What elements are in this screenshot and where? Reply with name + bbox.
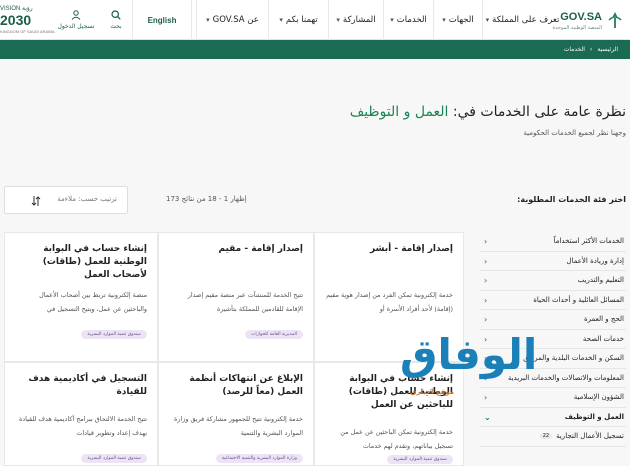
- category-item[interactable]: الخدمات الأكثر استخداماً ‹: [480, 232, 626, 252]
- nav-label: عن GOV.SA: [212, 15, 259, 25]
- breadcrumb: الرئيسية › الخدمات: [0, 40, 630, 59]
- breadcrumb-separator-icon: ›: [589, 46, 593, 53]
- page-title: نظرة عامة على الخدمات في: العمل و التوظي…: [350, 104, 626, 120]
- category-item[interactable]: الحج و العمرة ‹: [480, 310, 626, 330]
- service-card-desc: خدمة إلكترونية تمكن الفرد من إصدار هوية …: [326, 291, 453, 313]
- gov-sa-logo[interactable]: GOV.SA المنصة الوطنية الموحدة: [553, 4, 624, 36]
- service-card-title: إنشاء حساب في البوابة الوطنية للعمل (طاق…: [42, 244, 147, 280]
- login-label: تسجيل الدخول: [57, 23, 95, 30]
- vision-2030-logo: VISION رؤية 2030 KINGDOM OF SAUDI ARABIA: [0, 5, 55, 35]
- search-icon: [111, 10, 121, 20]
- category-item[interactable]: المسائل العائلية و أحداث الحياة ‹: [480, 291, 626, 310]
- nav-label: تعرف على المملكة: [492, 15, 560, 25]
- agency-tag[interactable]: صندوق تنمية الموارد البشرية: [81, 330, 147, 339]
- nav-participation[interactable]: المشاركة ▾: [328, 0, 383, 40]
- service-card-title: إصدار إقامة - أبشر: [370, 244, 453, 254]
- chevron-left-icon: ‹: [484, 295, 488, 305]
- sort-label: ترتيب حسب: ملاءمة: [57, 195, 117, 203]
- service-card-desc: تتيح الخدمة الالتحاق ببرامج أكاديمية هدف…: [18, 415, 147, 437]
- nav-label: الخدمات: [396, 15, 427, 25]
- page-title-prefix: نظرة عامة على الخدمات في:: [452, 104, 626, 120]
- sort-dropdown[interactable]: ترتيب حسب: ملاءمة: [4, 186, 128, 214]
- category-label: التعليم والتدريب: [577, 276, 624, 285]
- category-label: الشؤون الإسلامية: [573, 393, 624, 402]
- user-icon: [71, 10, 81, 20]
- sort-icon: [31, 196, 41, 206]
- chevron-left-icon: ‹: [484, 256, 488, 266]
- search-button[interactable]: بحث: [100, 0, 132, 40]
- subcategory-item[interactable]: تسجيل الأعمال التجارية 22: [480, 427, 626, 447]
- category-item[interactable]: الشؤون الإسلامية ‹: [480, 388, 626, 408]
- service-card-title: إصدار إقامة - مقيم: [218, 244, 303, 254]
- chevron-down-icon: ▾: [279, 16, 283, 24]
- agency-tag[interactable]: المديرية العامة للجوازات: [245, 330, 303, 339]
- chevron-left-icon: ‹: [484, 315, 488, 324]
- site-header: GOV.SA المنصة الوطنية الموحدة تعرف على ا…: [0, 0, 630, 40]
- category-count: 22: [539, 433, 553, 440]
- agency-tag[interactable]: صندوق تنمية الموارد البشرية: [387, 455, 453, 464]
- service-card-desc: تتيح الخدمة للمنشآت عبر منصة مقيم إصدار …: [187, 291, 303, 313]
- chevron-down-icon: ▾: [336, 16, 340, 24]
- vision-label: VISION رؤية: [0, 6, 33, 12]
- agency-tag[interactable]: وزارة الموارد البشرية والتنمية الاجتماعي…: [215, 454, 303, 463]
- chevron-left-icon: ‹: [484, 237, 488, 246]
- nav-about-kingdom[interactable]: تعرف على المملكة ▾: [482, 0, 562, 40]
- chevron-down-icon: ▾: [442, 16, 446, 24]
- service-card-desc: منصة إلكترونية تربط بين أصحاب الأعمال وا…: [39, 291, 147, 313]
- chevron-left-icon: ‹: [484, 393, 488, 402]
- service-card[interactable]: إصدار إقامة - مقيم تتيح الخدمة للمنشآت ع…: [158, 232, 314, 362]
- service-card-desc: خدمة إلكترونية تمكن الباحثين عن عمل من ت…: [340, 428, 453, 450]
- service-card[interactable]: إنشاء حساب في البوابة الوطنية للعمل (طاق…: [4, 232, 158, 362]
- login-button[interactable]: تسجيل الدخول: [52, 0, 100, 40]
- logo-text: GOV.SA: [560, 11, 602, 23]
- page-subtitle: وجهنا نظر لجميع الخدمات الحكومية: [523, 129, 626, 137]
- category-item[interactable]: إدارة وريادة الأعمال ‹: [480, 252, 626, 271]
- service-card[interactable]: التسجيل في أكاديمية هدف للقيادة تتيح الخ…: [4, 362, 158, 466]
- vision-year: 2030: [0, 12, 32, 28]
- watermark-logo-text: الوفاق: [400, 330, 538, 379]
- chevron-down-icon: ▾: [206, 16, 210, 24]
- service-card-desc: خدمة إلكترونية تتيح للجمهور مشاركة فريق …: [174, 415, 303, 437]
- agency-tag[interactable]: صندوق تنمية الموارد البشرية: [81, 454, 147, 463]
- chevron-left-icon: ‹: [484, 276, 488, 285]
- category-label: تسجيل الأعمال التجارية: [556, 432, 624, 441]
- nav-label: تهمنا بكم: [285, 15, 318, 25]
- category-label: المسائل العائلية و أحداث الحياة: [533, 295, 624, 304]
- service-card[interactable]: الإبلاغ عن انتهاكات أنظمة العمل (معاً لل…: [158, 362, 314, 466]
- category-label: الخدمات الأكثر استخداماً: [553, 237, 624, 246]
- breadcrumb-services[interactable]: الخدمات: [564, 46, 585, 53]
- category-item[interactable]: التعليم والتدريب ‹: [480, 271, 626, 291]
- nav-we-care[interactable]: تهمنا بكم ▾: [268, 0, 328, 40]
- search-label: بحث: [110, 23, 122, 30]
- chevron-down-icon: ⌄: [484, 412, 491, 422]
- filter-title: اختر فئة الخدمات المطلوبة:: [517, 195, 626, 204]
- nav-entities[interactable]: الجهات ▾: [433, 0, 482, 40]
- nav-label: الجهات: [448, 15, 474, 25]
- nav-label: المشاركة: [342, 15, 376, 25]
- service-card-title: الإبلاغ عن انتهاكات أنظمة العمل (معاً لل…: [189, 374, 303, 397]
- service-card-title: التسجيل في أكاديمية هدف للقيادة: [28, 374, 147, 397]
- chevron-down-icon: ▾: [390, 16, 394, 24]
- category-label: السكن و الخدمات البلدية والمرافق: [523, 354, 624, 363]
- category-item-active[interactable]: العمل و التوظيف ⌄: [480, 408, 626, 427]
- palm-logo-icon: [608, 12, 622, 28]
- category-label: الحج و العمرة: [584, 315, 624, 324]
- chevron-down-icon: ▾: [485, 16, 490, 24]
- page-title-accent: العمل و التوظيف: [349, 104, 449, 120]
- category-label: العمل و التوظيف: [564, 412, 624, 421]
- breadcrumb-home[interactable]: الرئيسية: [597, 46, 618, 53]
- nav-about-govsa[interactable]: عن GOV.SA ▾: [196, 0, 268, 40]
- watermark-subtext: موقع اخباري: [410, 388, 454, 396]
- category-label: خدمات الصحة: [582, 334, 624, 343]
- category-label: إدارة وريادة الأعمال: [566, 256, 624, 265]
- nav-services[interactable]: الخدمات ▾: [383, 0, 433, 40]
- vision-country: KINGDOM OF SAUDI ARABIA: [0, 29, 55, 34]
- results-count: إظهار 1 - 18 من نتائج 173: [166, 195, 247, 203]
- language-switch[interactable]: English: [132, 0, 192, 40]
